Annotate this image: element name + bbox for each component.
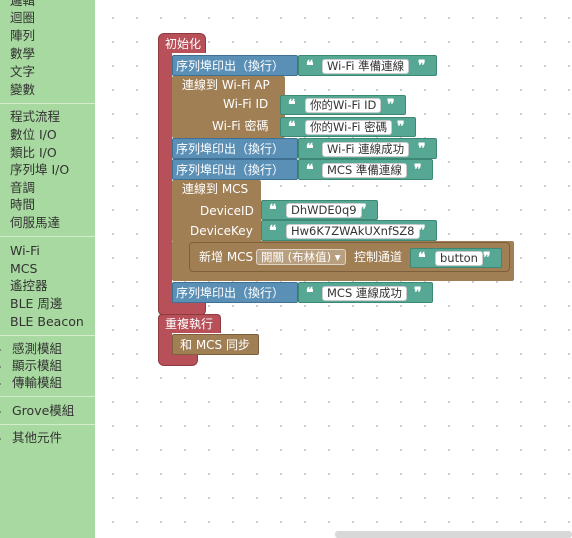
text-field[interactable]: MCS 準備連線 — [322, 163, 407, 178]
device-key-field[interactable]: Hw6K7ZWAkUXnfSZ8 — [286, 224, 420, 239]
serial-println-block[interactable]: 序列埠印出（換行） — [172, 138, 298, 159]
dropdown-arrow-icon: ▾ — [334, 250, 341, 264]
close-quote-icon: ❞ — [418, 58, 426, 74]
text-field[interactable]: Wi-Fi 連線成功 — [322, 142, 410, 157]
category-servo[interactable]: 伺服馬達 — [10, 215, 60, 231]
category-transfer-modules[interactable]: 傳輸模組 — [0, 375, 62, 391]
wifi-password-label: Wi-Fi 密碼 — [212, 119, 269, 133]
close-quote-icon: ❞ — [397, 119, 405, 135]
text-field[interactable]: Wi-Fi 準備連線 — [322, 59, 410, 74]
device-key-label: DeviceKey — [190, 224, 253, 238]
sidebar-divider — [0, 335, 95, 336]
sidebar-divider — [0, 103, 95, 104]
close-quote-icon: ❞ — [414, 285, 422, 301]
open-quote-icon: ❝ — [288, 119, 296, 135]
category-math[interactable]: 數學 — [10, 46, 35, 62]
text-block[interactable]: ❝ button ❞ — [410, 248, 502, 268]
device-id-label: DeviceID — [200, 204, 254, 218]
category-tone[interactable]: 音調 — [10, 180, 35, 196]
category-ble-peripheral[interactable]: BLE 周邊 — [10, 296, 62, 312]
loop-block[interactable]: 重複執行 — [158, 314, 221, 333]
close-quote-icon: ❞ — [414, 162, 422, 178]
device-id-field[interactable]: DhWDE0q9 — [286, 203, 362, 218]
category-variables[interactable]: 變數 — [10, 82, 35, 98]
text-field[interactable]: MCS 連線成功 — [322, 286, 407, 301]
sidebar-divider — [0, 396, 95, 397]
text-block[interactable]: ❝ MCS 準備連線 ❞ — [298, 159, 433, 180]
wifi-id-label: Wi-Fi ID — [223, 97, 269, 111]
serial-println-block[interactable]: 序列埠印出（換行） — [172, 55, 298, 76]
text-block[interactable]: ❝ DhWDE0q9 ❞ — [261, 200, 378, 220]
open-quote-icon: ❝ — [269, 202, 277, 218]
category-analog-io[interactable]: 類比 I/O — [10, 145, 57, 161]
category-digital-io[interactable]: 數位 I/O — [10, 127, 57, 143]
open-quote-icon: ❝ — [418, 250, 426, 266]
serial-println-block[interactable]: 序列埠印出（換行） — [172, 282, 298, 303]
horizontal-scrollbar[interactable] — [335, 531, 572, 538]
open-quote-icon: ❝ — [288, 97, 296, 113]
add-mcs-channel-block[interactable]: 新增 MCS 開關 (布林值) ▾ 控制通道 ❝ button ❞ — [189, 242, 510, 272]
close-quote-icon: ❞ — [418, 141, 426, 157]
channel-name-field[interactable]: button — [435, 251, 483, 266]
category-logic[interactable]: 邏輯 — [10, 0, 35, 9]
category-time[interactable]: 時間 — [10, 197, 35, 213]
wifi-password-field[interactable]: 你的Wi-Fi 密碼 — [305, 120, 393, 135]
mcs-connect-block[interactable]: 連線到 MCS DeviceID DeviceKey — [172, 180, 261, 242]
category-serial-io[interactable]: 序列埠 I/O — [10, 162, 69, 178]
close-quote-icon: ❞ — [483, 250, 491, 266]
expand-arrow-icon — [0, 434, 1, 443]
close-quote-icon: ❞ — [359, 202, 367, 218]
category-grove-modules[interactable]: Grove模組 — [0, 403, 74, 419]
category-mcs[interactable]: MCS — [10, 261, 37, 277]
category-wifi[interactable]: Wi-Fi — [10, 243, 40, 259]
open-quote-icon: ❝ — [306, 141, 314, 157]
expand-arrow-icon — [0, 379, 1, 388]
category-ble-beacon[interactable]: BLE Beacon — [10, 314, 84, 330]
open-quote-icon: ❝ — [306, 285, 314, 301]
category-arrays[interactable]: 陣列 — [10, 28, 35, 44]
sidebar-divider — [0, 236, 95, 237]
loop-label: 重複執行 — [165, 317, 214, 331]
expand-arrow-icon — [0, 362, 1, 371]
open-quote-icon: ❝ — [306, 58, 314, 74]
category-other-components[interactable]: 其他元件 — [0, 430, 62, 446]
serial-println-block[interactable]: 序列埠印出（換行） — [172, 159, 298, 180]
expand-arrow-icon — [0, 407, 1, 416]
text-block[interactable]: ❝ Hw6K7ZWAkUXnfSZ8 ❞ — [261, 220, 437, 241]
blocks-workspace[interactable]: 初始化 序列埠印出（換行） ❝ Wi-Fi 準備連線 ❞ 連線到 Wi-Fi A… — [95, 0, 572, 538]
open-quote-icon: ❝ — [306, 162, 314, 178]
category-remote[interactable]: 遙控器 — [10, 278, 48, 294]
text-block[interactable]: ❝ 你的Wi-Fi ID ❞ — [280, 95, 406, 115]
close-quote-icon: ❞ — [387, 97, 395, 113]
sidebar-divider — [0, 424, 95, 425]
wifi-connect-block[interactable]: 連線到 Wi-Fi AP Wi-Fi ID Wi-Fi 密碼 — [172, 76, 285, 138]
close-quote-icon: ❞ — [418, 223, 426, 239]
wifi-id-field[interactable]: 你的Wi-Fi ID — [305, 98, 382, 113]
category-sensor-modules[interactable]: 感測模組 — [0, 341, 62, 357]
text-block[interactable]: ❝ MCS 連線成功 ❞ — [298, 282, 433, 303]
mcs-sync-block[interactable]: 和 MCS 同步 — [172, 334, 259, 355]
category-loops[interactable]: 迴圈 — [10, 10, 35, 26]
open-quote-icon: ❝ — [269, 223, 277, 239]
expand-arrow-icon — [0, 345, 1, 354]
category-text[interactable]: 文字 — [10, 64, 35, 80]
setup-block[interactable]: 初始化 — [158, 33, 206, 53]
toolbox-sidebar: 邏輯 迴圈 陣列 數學 文字 變數 程式流程 數位 I/O 類比 I/O 序列埠… — [0, 0, 95, 538]
text-block[interactable]: ❝ 你的Wi-Fi 密碼 ❞ — [280, 117, 416, 137]
setup-label: 初始化 — [165, 37, 202, 51]
category-program-flow[interactable]: 程式流程 — [10, 109, 60, 125]
text-block[interactable]: ❝ Wi-Fi 準備連線 ❞ — [298, 55, 437, 76]
text-block[interactable]: ❝ Wi-Fi 連線成功 ❞ — [298, 138, 437, 159]
category-display-modules[interactable]: 顯示模組 — [0, 358, 62, 374]
channel-type-dropdown[interactable]: 開關 (布林值) ▾ — [256, 249, 346, 265]
setup-block-spine — [158, 52, 172, 306]
